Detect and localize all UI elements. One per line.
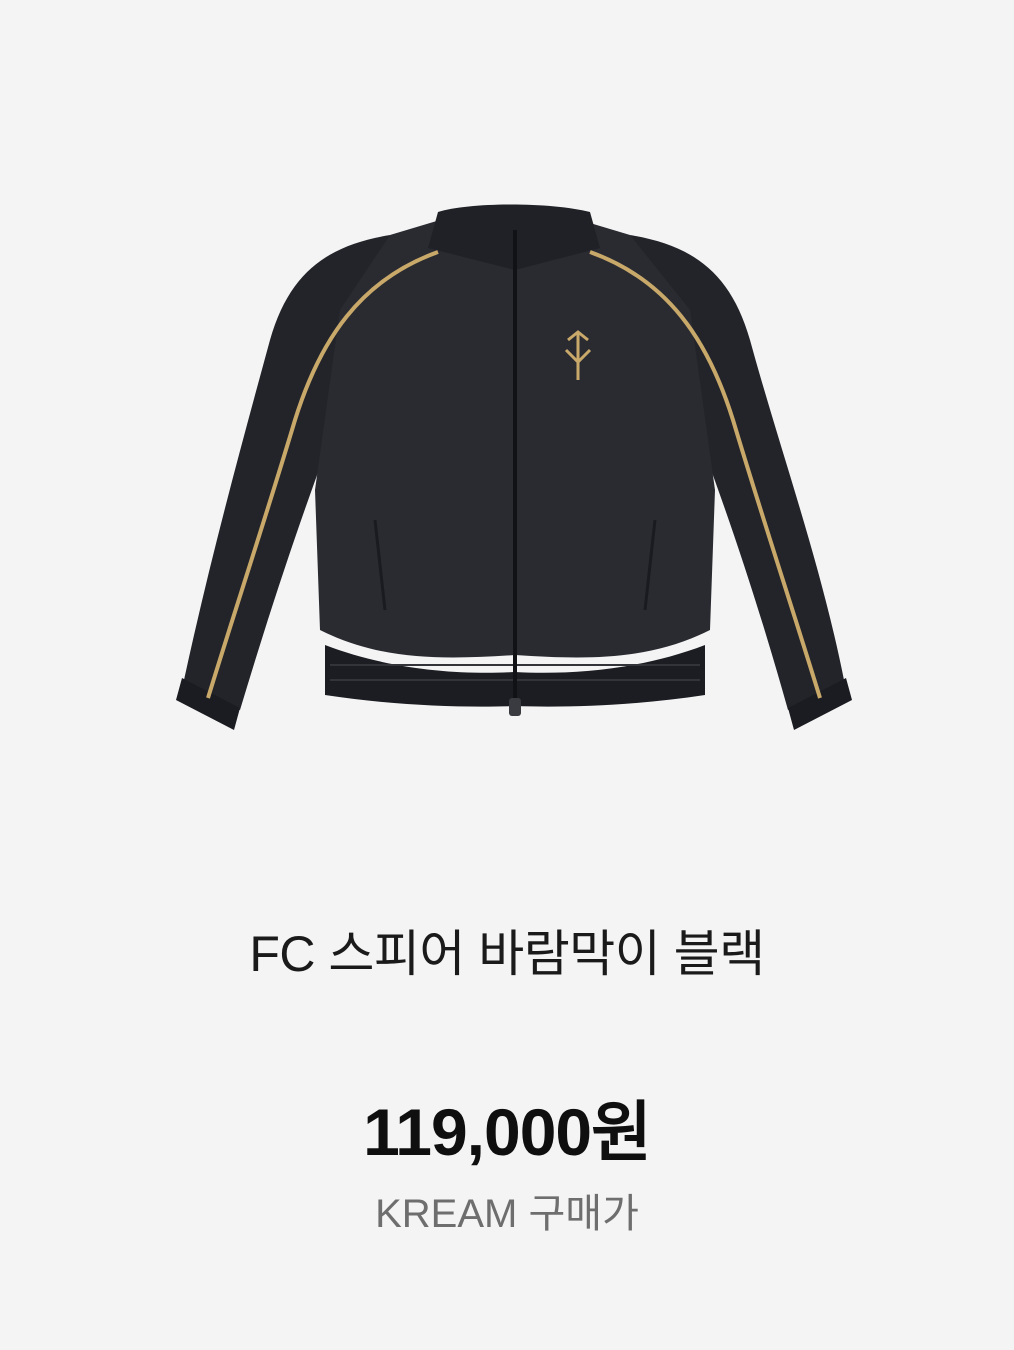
zipper-pull [509, 698, 521, 716]
product-image[interactable] [170, 190, 860, 730]
product-card[interactable]: FC 스피어 바람막이 블랙 119,000원 KREAM 구매가 [0, 0, 1014, 1350]
product-price: 119,000원 [363, 1095, 652, 1169]
product-name: FC 스피어 바람막이 블랙 [249, 926, 765, 982]
price-label: KREAM 구매가 [375, 1192, 639, 1236]
